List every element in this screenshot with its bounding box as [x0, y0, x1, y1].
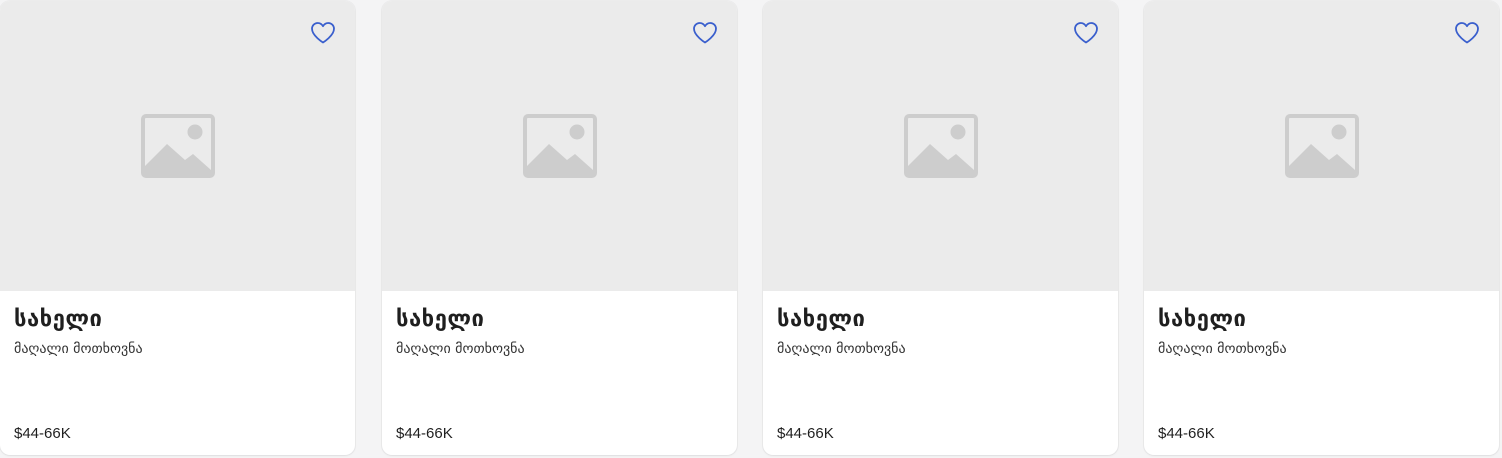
favorite-button[interactable]: [308, 18, 338, 48]
card-body: სახელი მაღალი მოთხოვნა $44-66K: [1144, 291, 1499, 455]
card-body: სახელი მაღალი მოთხოვნა $44-66K: [763, 291, 1118, 455]
image-placeholder-icon: [904, 114, 978, 178]
card-price: $44-66K: [14, 425, 71, 442]
heart-outline-icon: [1455, 22, 1479, 44]
image-placeholder-icon: [1285, 114, 1359, 178]
image-placeholder-icon: [141, 114, 215, 178]
card-subtitle: მაღალი მოთხოვნა: [1158, 341, 1287, 357]
card-price: $44-66K: [1158, 425, 1215, 442]
product-card[interactable]: სახელი მაღალი მოთხოვნა $44-66K: [382, 1, 737, 455]
card-subtitle: მაღალი მოთხოვნა: [14, 341, 143, 357]
image-placeholder-icon: [523, 114, 597, 178]
card-subtitle: მაღალი მოთხოვნა: [396, 341, 525, 357]
card-image[interactable]: [1144, 1, 1499, 291]
heart-outline-icon: [693, 22, 717, 44]
card-image[interactable]: [382, 1, 737, 291]
card-image[interactable]: [763, 1, 1118, 291]
heart-outline-icon: [311, 22, 335, 44]
card-subtitle: მაღალი მოთხოვნა: [777, 341, 906, 357]
card-title: სახელი: [777, 307, 866, 332]
card-body: სახელი მაღალი მოთხოვნა $44-66K: [382, 291, 737, 455]
card-image[interactable]: [0, 1, 355, 291]
favorite-button[interactable]: [1452, 18, 1482, 48]
card-title: სახელი: [396, 307, 485, 332]
card-price: $44-66K: [396, 425, 453, 442]
card-body: სახელი მაღალი მოთხოვნა $44-66K: [0, 291, 355, 455]
card-title: სახელი: [1158, 307, 1247, 332]
card-grid: სახელი მაღალი მოთხოვნა $44-66K სახელი მა…: [0, 0, 1502, 458]
heart-outline-icon: [1074, 22, 1098, 44]
product-card[interactable]: სახელი მაღალი მოთხოვნა $44-66K: [0, 1, 355, 455]
favorite-button[interactable]: [690, 18, 720, 48]
product-card[interactable]: სახელი მაღალი მოთხოვნა $44-66K: [763, 1, 1118, 455]
card-title: სახელი: [14, 307, 103, 332]
favorite-button[interactable]: [1071, 18, 1101, 48]
product-card[interactable]: სახელი მაღალი მოთხოვნა $44-66K: [1144, 1, 1499, 455]
card-price: $44-66K: [777, 425, 834, 442]
